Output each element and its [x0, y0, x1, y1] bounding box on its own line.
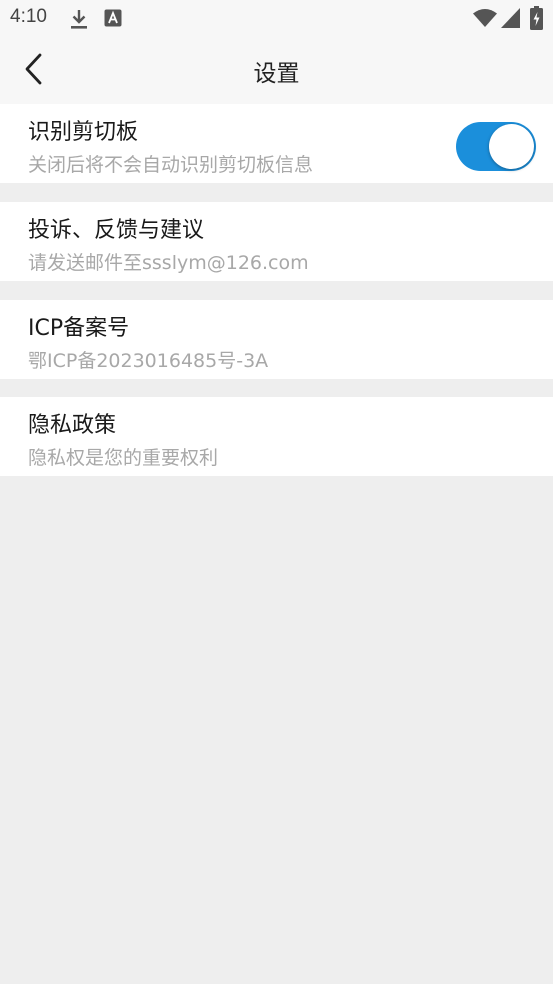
- setting-subtitle: 请发送邮件至ssslym@126.com: [28, 252, 309, 274]
- font-a-icon: [104, 9, 122, 31]
- setting-icp-record[interactable]: ICP备案号 鄂ICP备2023016485号-3A: [0, 300, 553, 379]
- setting-feedback[interactable]: 投诉、反馈与建议 请发送邮件至ssslym@126.com: [0, 202, 553, 281]
- status-bar: 4:10: [0, 0, 553, 38]
- download-icon: [70, 8, 88, 34]
- signal-icon: [501, 8, 520, 32]
- app-header: 设置: [0, 38, 553, 104]
- setting-title: 识别剪切板: [28, 120, 139, 145]
- setting-clipboard-recognition[interactable]: 识别剪切板 关闭后将不会自动识别剪切板信息: [0, 104, 553, 183]
- toggle-knob: [489, 124, 534, 169]
- setting-subtitle: 鄂ICP备2023016485号-3A: [28, 350, 269, 372]
- wifi-icon: [473, 8, 497, 32]
- page-title: 设置: [253, 61, 300, 87]
- clipboard-toggle-switch[interactable]: [456, 122, 536, 171]
- setting-subtitle: 隐私权是您的重要权利: [28, 447, 219, 469]
- setting-title: 投诉、反馈与建议: [28, 218, 205, 243]
- setting-title: 隐私政策: [28, 413, 117, 438]
- setting-subtitle: 关闭后将不会自动识别剪切板信息: [28, 154, 314, 176]
- setting-title: ICP备案号: [28, 316, 130, 341]
- status-time: 4:10: [10, 6, 47, 27]
- setting-privacy-policy[interactable]: 隐私政策 隐私权是您的重要权利: [0, 397, 553, 476]
- battery-charging-icon: [530, 6, 543, 34]
